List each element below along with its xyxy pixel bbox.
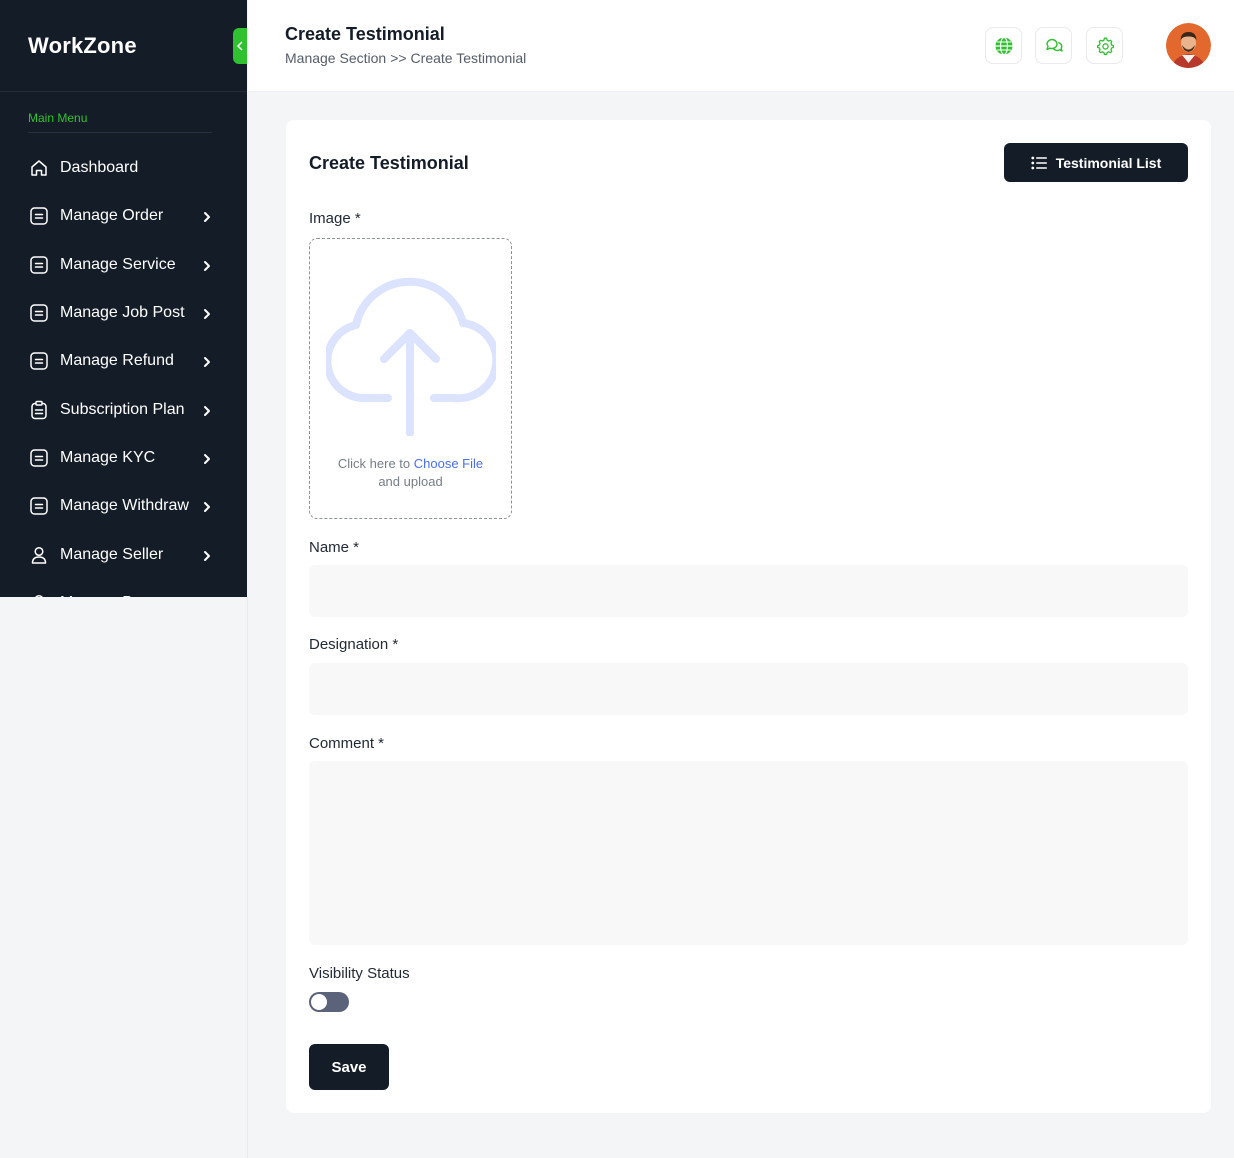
sidebar-menu: Dashboard Manage Order Manage Service Manag… (0, 144, 247, 597)
sidebar-item-manage-kyc[interactable]: Manage KYC (0, 434, 247, 482)
upload-instructions: Click here to Choose File and upload (310, 455, 511, 491)
page-title: Create Testimonial (285, 24, 445, 44)
name-label: Name * (309, 539, 360, 556)
settings-icon (1096, 36, 1114, 55)
chevron-right-icon (201, 259, 213, 271)
chevron-left-icon (236, 41, 243, 51)
create-testimonial-card: Create Testimonial Testimonial List Imag… (286, 120, 1211, 1113)
sidebar-item-manage-order[interactable]: Manage Order (0, 192, 247, 240)
testimonial-list-button[interactable]: Testimonial List (1004, 143, 1188, 182)
sidebar-collapse-button[interactable] (233, 28, 247, 64)
list-box-icon (28, 447, 50, 469)
chat-icon (1045, 38, 1063, 52)
sidebar-item-subscription-plan[interactable]: Subscription Plan (0, 385, 247, 433)
chevron-right-icon (201, 210, 213, 223)
settings-button[interactable] (1086, 27, 1123, 64)
chevron-right-icon (201, 549, 213, 561)
sidebar-item-dashboard[interactable]: Dashboard (0, 144, 247, 192)
breadcrumb-current: Create Testimonial (410, 50, 527, 66)
cloud-upload-icon (326, 277, 496, 436)
sidebar-item-manage-job-post[interactable]: Manage Job Post (0, 289, 247, 337)
sidebar-item-label: Manage Service (60, 255, 176, 273)
image-upload-dropzone[interactable]: Click here to Choose File and upload (309, 238, 512, 519)
avatar-image (1166, 23, 1211, 68)
user-avatar[interactable] (1166, 23, 1211, 68)
chevron-right-icon (201, 452, 213, 464)
toggle-knob (311, 994, 327, 1010)
name-input[interactable] (309, 565, 1188, 617)
upload-prefix: Click here to (337, 456, 411, 471)
globe-icon (995, 36, 1012, 55)
save-button[interactable]: Save (309, 1044, 389, 1090)
user-icon (28, 592, 50, 597)
sidebar-item-label: Manage Seller (60, 545, 164, 563)
comment-textarea[interactable] (309, 761, 1188, 945)
testimonial-list-label: Testimonial List (1055, 154, 1162, 171)
sidebar-item-label: Manage Refund (60, 352, 174, 370)
list-box-icon (28, 205, 50, 227)
list-box-icon (28, 254, 50, 276)
visibility-status-toggle[interactable] (309, 992, 349, 1012)
sidebar-item-manage-service[interactable]: Manage Service (0, 241, 247, 289)
home-icon (28, 157, 50, 179)
breadcrumb-parent[interactable]: Manage Section (285, 50, 386, 66)
designation-label: Designation * (309, 636, 399, 653)
sidebar-item-manage-refund[interactable]: Manage Refund (0, 337, 247, 385)
sidebar-item-label: Manage Withdraw (60, 497, 189, 515)
chevron-right-icon (201, 307, 213, 320)
sidebar-item-manage-buyer[interactable]: Manage Buyer (0, 579, 247, 597)
divider (247, 597, 248, 1158)
sidebar: WorkZone Main Menu Dashboard Manage Order… (0, 0, 247, 597)
breadcrumb: Manage Section >> Create Testimonial (285, 50, 526, 66)
upload-suffix: and upload (378, 474, 443, 489)
brand-logo[interactable]: WorkZone (28, 33, 137, 59)
sidebar-item-label: Manage KYC (60, 448, 156, 466)
list-icon (1031, 156, 1047, 169)
list-box-icon (28, 350, 50, 372)
image-label: Image * (309, 210, 361, 227)
choose-file-link[interactable]: Choose File (414, 456, 483, 471)
chevron-right-icon (201, 500, 213, 513)
visibility-status-label: Visibility Status (309, 965, 410, 982)
menu-heading: Main Menu (28, 111, 88, 125)
messages-button[interactable] (1035, 27, 1072, 64)
sidebar-item-label: Manage Buyer (60, 594, 164, 597)
sidebar-item-label: Manage Order (60, 207, 164, 225)
list-box-icon (28, 302, 50, 324)
sidebar-item-manage-withdraw[interactable]: Manage Withdraw (0, 482, 247, 530)
chevron-right-icon (201, 355, 213, 368)
sidebar-item-label: Manage Job Post (60, 304, 185, 322)
list-box-icon (28, 495, 50, 517)
sidebar-item-label: Dashboard (60, 159, 139, 177)
language-button[interactable] (985, 27, 1022, 64)
sidebar-item-manage-seller[interactable]: Manage Seller (0, 530, 247, 578)
divider (28, 132, 212, 133)
brand-area: WorkZone (0, 0, 247, 92)
comment-label: Comment * (309, 735, 385, 752)
breadcrumb-separator: >> (390, 50, 407, 66)
clipboard-icon (28, 399, 50, 421)
sidebar-item-label: Subscription Plan (60, 400, 185, 418)
user-icon (28, 544, 50, 566)
designation-input[interactable] (309, 663, 1188, 715)
chevron-right-icon (201, 404, 213, 416)
card-title: Create Testimonial (309, 153, 469, 173)
top-header: Create Testimonial Manage Section >> Creat… (248, 0, 1234, 92)
